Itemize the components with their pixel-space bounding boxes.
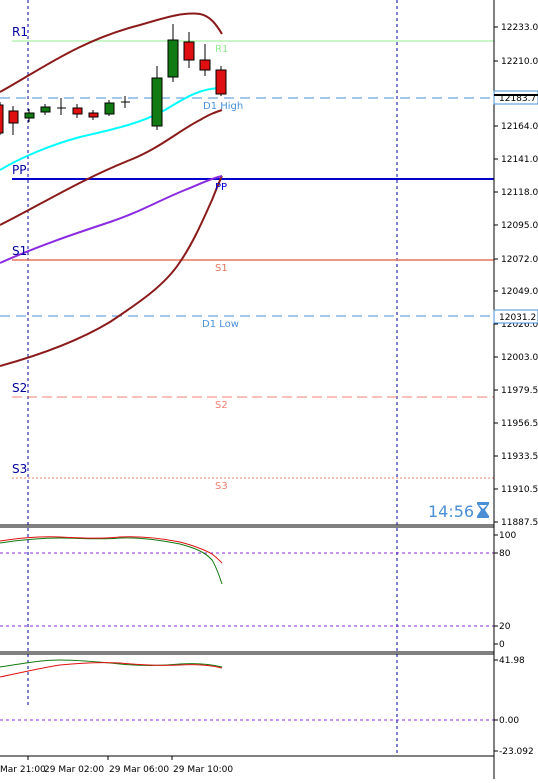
oscillator-tick: 0.00 xyxy=(499,716,519,726)
bollinger-lower-band xyxy=(0,175,223,367)
price-tick-label: 12141.0 xyxy=(501,155,538,165)
oscillator-panel[interactable] xyxy=(0,659,494,721)
s3-left-label: S3 xyxy=(12,462,27,476)
price-tick-label: 11933.5 xyxy=(501,452,538,462)
time-label: 29 Mar 10:00 xyxy=(173,765,233,775)
stochastic-panel[interactable] xyxy=(0,536,494,627)
price-tick-label: 11979.5 xyxy=(501,386,538,396)
candle[interactable] xyxy=(40,104,51,115)
candle[interactable] xyxy=(167,24,179,82)
pp-right-label: PP xyxy=(215,182,227,193)
candle[interactable] xyxy=(215,66,227,96)
d1-high-label: D1 High xyxy=(203,101,243,112)
r1-left-label: R1 xyxy=(12,25,28,39)
candle[interactable] xyxy=(0,102,4,135)
hourglass-icon xyxy=(477,502,489,518)
candle[interactable] xyxy=(57,98,66,115)
candle[interactable] xyxy=(72,104,83,118)
candle[interactable] xyxy=(183,32,195,68)
price-tick-label: 11956.5 xyxy=(501,419,538,429)
stochastic-tick: 0 xyxy=(499,640,505,650)
time-label: 29 Mar 02:00 xyxy=(44,765,104,775)
candle[interactable] xyxy=(151,66,163,130)
candle[interactable] xyxy=(24,109,35,122)
main-price-panel[interactable]: R1 R1 PP PP S1 S1 S2 S2 S3 S3 D1 High D1… xyxy=(0,0,494,756)
s2-left-label: S2 xyxy=(12,381,27,395)
slow-moving-average xyxy=(0,175,223,264)
stochastic-tick: 80 xyxy=(499,549,511,559)
bollinger-middle-band xyxy=(0,109,223,226)
price-tick-label: 12118.0 xyxy=(501,188,538,198)
stochastic-tick: 100 xyxy=(499,531,516,541)
d1-low-label: D1 Low xyxy=(202,319,239,330)
oscillator-tick: 41.98 xyxy=(499,656,525,666)
pp-left-label: PP xyxy=(12,163,26,177)
trading-chart-window[interactable]: R1 R1 PP PP S1 S1 S2 S2 S3 S3 D1 High D1… xyxy=(0,0,538,779)
price-tick-label: 12095.0 xyxy=(501,221,538,231)
price-tick-label: 12164.0 xyxy=(501,122,538,132)
price-tick-label: 12233.0 xyxy=(501,23,538,33)
candle[interactable] xyxy=(8,106,19,135)
oscillator-tick: -23.092 xyxy=(499,747,534,757)
stochastic-signal-line xyxy=(0,536,223,564)
time-label: 29 Mar 06:00 xyxy=(109,765,169,775)
bar-timer: 14:56 xyxy=(428,502,474,521)
chart-canvas[interactable]: R1 R1 PP PP S1 S1 S2 S2 S3 S3 D1 High D1… xyxy=(0,0,538,779)
price-tick-label: 12049.0 xyxy=(501,287,538,297)
price-tick-label: 12210.0 xyxy=(501,57,538,67)
time-label: Mar 21:00 xyxy=(0,765,46,775)
s1-left-label: S1 xyxy=(12,244,27,258)
candle[interactable] xyxy=(104,100,115,116)
candle[interactable] xyxy=(199,44,211,76)
s2-right-label: S2 xyxy=(215,400,228,411)
s3-right-label: S3 xyxy=(215,481,228,492)
time-axis[interactable]: Mar 21:00 29 Mar 02:00 29 Mar 06:00 29 M… xyxy=(0,755,494,775)
r1-right-label: R1 xyxy=(215,44,228,55)
oscillator-main-line xyxy=(0,659,223,668)
price-tick-label: 12003.0 xyxy=(501,353,538,363)
price-tick-label: 11887.5 xyxy=(501,518,538,528)
candle[interactable] xyxy=(88,110,99,120)
stochastic-axis: 100 80 20 0 xyxy=(494,531,516,650)
oscillator-axis: 41.98 0.00 -23.092 xyxy=(494,656,534,757)
d1-low-value: 12031.2 xyxy=(499,313,536,323)
s1-right-label: S1 xyxy=(215,263,228,274)
oscillator-signal-line xyxy=(0,662,223,678)
fast-moving-average xyxy=(0,87,223,171)
price-tick-label: 12072.0 xyxy=(501,255,538,265)
stochastic-tick: 20 xyxy=(499,622,511,632)
price-tick-label: 11910.5 xyxy=(501,485,538,495)
